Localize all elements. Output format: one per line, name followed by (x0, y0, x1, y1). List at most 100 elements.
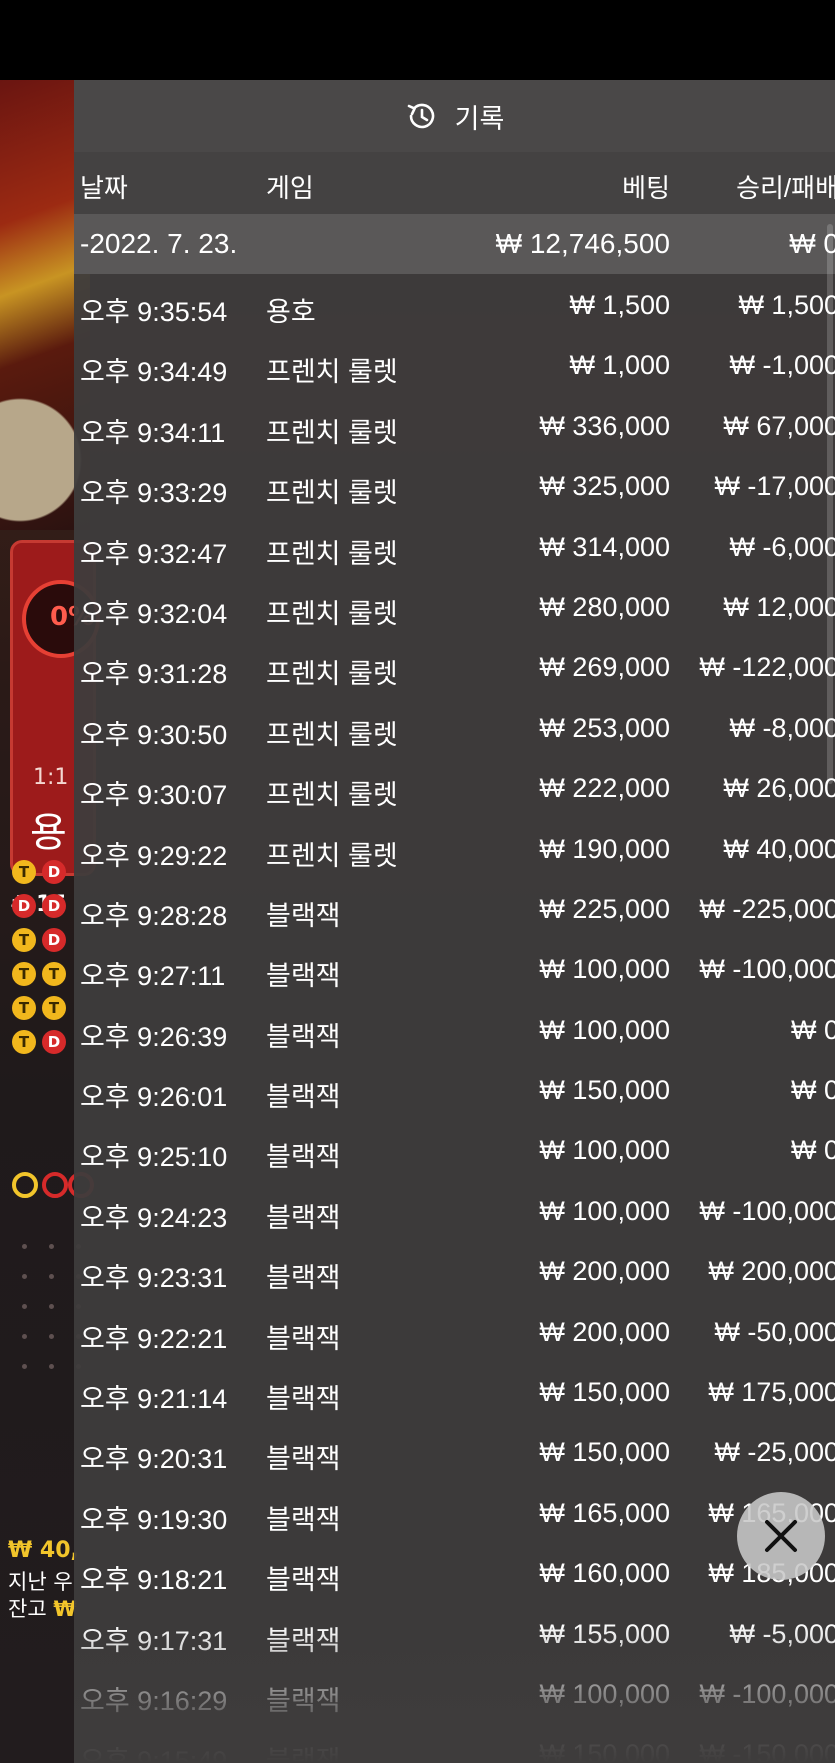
row-bet: ₩ 160,000 (539, 1558, 670, 1589)
history-row[interactable]: 오후 9:27:11 블랙잭 ₩ 100,000 ₩ -100,000 (74, 938, 835, 998)
row-game: 프렌치 룰렛 (266, 417, 398, 448)
tiger-bead: T (12, 996, 36, 1020)
row-result: ₩ -100,000 (699, 954, 835, 985)
row-result: ₩ 40,000 (723, 833, 835, 864)
row-result: ₩ -8,000 (729, 712, 835, 743)
row-result: ₩ -25,000 (714, 1437, 835, 1468)
date-group-row[interactable]: -2022. 7. 23. ₩ 12,746,500 ₩ 0 (74, 214, 835, 274)
row-bet: ₩ 100,000 (539, 954, 670, 985)
row-result: ₩ 0 (790, 1075, 835, 1106)
road-dot (49, 1364, 54, 1369)
row-time: 오후 9:20:31 (80, 1444, 228, 1475)
status-bar (0, 0, 835, 80)
history-row[interactable]: 오후 9:30:50 프렌치 룰렛 ₩ 253,000 ₩ -8,000 (74, 697, 835, 757)
column-game: 게임 (266, 173, 314, 203)
date-group-bet-total: ₩ 12,746,500 (495, 228, 670, 259)
row-time: 오후 9:34:11 (80, 417, 226, 448)
row-time: 오후 9:30:50 (80, 719, 228, 750)
panel-title: 기록 (454, 103, 505, 135)
row-result: ₩ 26,000 (723, 773, 835, 804)
history-panel: 기록 날짜 게임 베팅 승리/패배 -2022. 7. 23. ₩ 12,746… (74, 80, 835, 1763)
history-row[interactable]: 오후 9:34:11 프렌치 룰렛 ₩ 336,000 ₩ 67,000 (74, 395, 835, 455)
history-row[interactable]: 오후 9:20:31 블랙잭 ₩ 150,000 ₩ -25,000 (74, 1421, 835, 1481)
row-time: 오후 9:22:21 (80, 1323, 228, 1354)
row-result: ₩ -50,000 (714, 1316, 835, 1347)
history-row[interactable]: 오후 9:15:49 블랙잭 ₩ 150,000 ₩ -150,000 (74, 1723, 835, 1763)
row-game: 블랙잭 (266, 1504, 341, 1535)
row-bet: ₩ 280,000 (539, 591, 670, 622)
history-row[interactable]: 오후 9:31:28 프렌치 룰렛 ₩ 269,000 ₩ -122,000 (74, 636, 835, 696)
row-bet: ₩ 269,000 (539, 652, 670, 683)
row-time: 오후 9:15:49 (80, 1746, 228, 1763)
history-row[interactable]: 오후 9:25:10 블랙잭 ₩ 100,000 ₩ 0 (74, 1119, 835, 1179)
row-bet: ₩ 325,000 (539, 471, 670, 502)
row-result: ₩ -100,000 (699, 1678, 835, 1709)
row-time: 오후 9:19:30 (80, 1504, 228, 1535)
history-row[interactable]: 오후 9:19:30블랙잭₩ 165,000₩ 165,000 (74, 1482, 835, 1542)
road-dot (22, 1364, 27, 1369)
row-bet: ₩ 150,000 (539, 1437, 670, 1468)
history-row[interactable]: 오후 9:26:39 블랙잭 ₩ 100,000 ₩ 0 (74, 999, 835, 1059)
history-row[interactable]: 오후 9:18:21블랙잭₩ 160,000₩ 185,000 (74, 1542, 835, 1602)
row-time: 오후 9:23:31 (80, 1263, 228, 1294)
row-bet: ₩ 336,000 (539, 410, 670, 441)
row-result: ₩ 175,000 (708, 1377, 835, 1408)
row-time: 오후 9:29:22 (80, 840, 228, 871)
row-time: 오후 9:34:49 (80, 357, 228, 388)
row-time: 오후 9:35:54 (80, 297, 228, 327)
row-bet: ₩ 165,000 (539, 1497, 670, 1528)
row-time: 오후 9:27:11 (80, 961, 226, 992)
history-row[interactable]: 오후 9:35:54 용호 ₩ 1,500 ₩ 1,500 (74, 274, 835, 334)
history-row[interactable]: 오후 9:30:07 프렌치 룰렛 ₩ 222,000 ₩ 26,000 (74, 757, 835, 817)
dragon-bead: D (42, 894, 66, 918)
row-bet: ₩ 314,000 (539, 531, 670, 562)
row-game: 블랙잭 (266, 1202, 341, 1233)
road-dot (49, 1334, 54, 1339)
row-game: 블랙잭 (266, 1323, 341, 1354)
dragon-bead: D (42, 928, 66, 952)
road-dot (22, 1244, 27, 1249)
row-result: ₩ -150,000 (699, 1739, 835, 1763)
history-row[interactable]: 오후 9:21:14 블랙잭 ₩ 150,000 ₩ 175,000 (74, 1361, 835, 1421)
road-dot (49, 1244, 54, 1249)
row-time: 오후 9:21:14 (80, 1384, 228, 1415)
row-result: ₩ -5,000 (729, 1618, 835, 1649)
scrollbar[interactable] (827, 224, 833, 784)
result-ring (12, 1172, 38, 1198)
row-result: ₩ -100,000 (699, 1195, 835, 1226)
row-bet: ₩ 150,000 (539, 1377, 670, 1408)
row-game: 블랙잭 (266, 1142, 341, 1173)
history-row[interactable]: 오후 9:26:01 블랙잭 ₩ 150,000 ₩ 0 (74, 1059, 835, 1119)
history-row[interactable]: 오후 9:32:04 프렌치 룰렛 ₩ 280,000 ₩ 12,000 (74, 576, 835, 636)
row-time: 오후 9:18:21 (80, 1565, 228, 1596)
column-header-row: 날짜 게임 베팅 승리/패배 (74, 152, 835, 214)
row-game: 프렌치 룰렛 (266, 840, 398, 871)
tiger-bead: T (12, 860, 36, 884)
dragon-bead: D (42, 860, 66, 884)
row-time: 오후 9:25:10 (80, 1142, 228, 1173)
history-row[interactable]: 오후 9:24:23 블랙잭 ₩ 100,000 ₩ -100,000 (74, 1180, 835, 1240)
history-row[interactable]: 오후 9:28:28 블랙잭 ₩ 225,000 ₩ -225,000 (74, 878, 835, 938)
history-row[interactable]: 오후 9:16:29 블랙잭 ₩ 100,000 ₩ -100,000 (74, 1663, 835, 1723)
row-game: 블랙잭 (266, 1746, 341, 1763)
history-row[interactable]: 오후 9:34:49 프렌치 룰렛 ₩ 1,000 ₩ -1,000 (74, 334, 835, 394)
row-bet: ₩ 100,000 (539, 1678, 670, 1709)
history-row[interactable]: 오후 9:29:22 프렌치 룰렛 ₩ 190,000 ₩ 40,000 (74, 818, 835, 878)
row-bet: ₩ 1,000 (569, 350, 670, 381)
row-game: 프렌치 룰렛 (266, 598, 398, 629)
row-game: 블랙잭 (266, 1082, 341, 1113)
history-row[interactable]: 오후 9:22:21 블랙잭 ₩ 200,000 ₩ -50,000 (74, 1301, 835, 1361)
row-time: 오후 9:28:28 (80, 900, 228, 931)
row-game: 블랙잭 (266, 1625, 341, 1656)
close-button[interactable] (737, 1492, 825, 1580)
history-row[interactable]: 오후 9:32:47 프렌치 룰렛 ₩ 314,000 ₩ -6,000 (74, 516, 835, 576)
history-list[interactable]: 오후 9:35:54 용호 ₩ 1,500 ₩ 1,500 오후 9:34:49 프렌치 … (74, 274, 835, 1763)
history-row[interactable]: 오후 9:17:31 블랙잭 ₩ 155,000 ₩ -5,000 (74, 1603, 835, 1663)
road-dot (49, 1304, 54, 1309)
row-game: 프렌치 룰렛 (266, 478, 398, 509)
history-row[interactable]: 오후 9:23:31 블랙잭 ₩ 200,000 ₩ 200,000 (74, 1240, 835, 1300)
history-row[interactable]: 오후 9:33:29 프렌치 룰렛 ₩ 325,000 ₩ -17,000 (74, 455, 835, 515)
row-game: 블랙잭 (266, 1565, 341, 1596)
dragon-label: 용 (30, 810, 67, 856)
row-game: 블랙잭 (266, 1685, 341, 1716)
